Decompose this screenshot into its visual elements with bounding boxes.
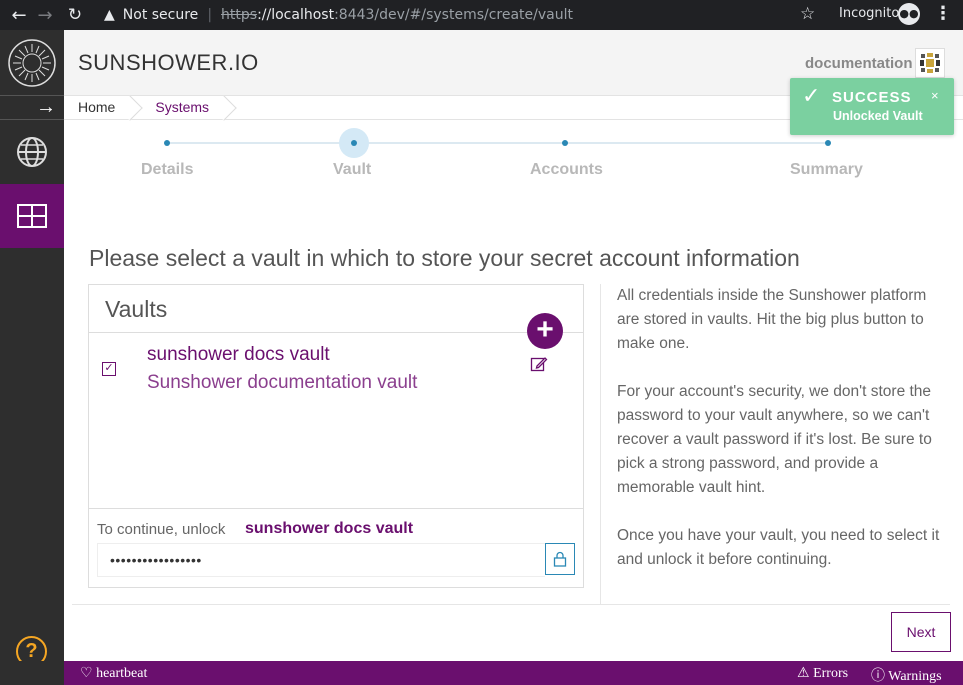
footer-divider (72, 604, 950, 605)
left-rail: → ? (0, 30, 64, 667)
errors-status[interactable]: ⚠ Errors (797, 665, 848, 682)
step-dot-accounts[interactable] (562, 140, 568, 146)
info-text: All credentials inside the Sunshower pla… (617, 284, 947, 596)
stepper-line (167, 142, 829, 144)
next-button[interactable]: Next (891, 612, 951, 652)
edit-icon[interactable] (530, 355, 548, 373)
lock-icon (553, 551, 567, 567)
forward-arrow-icon[interactable]: → (32, 5, 58, 26)
vaults-panel: Vaults + ✓ sunshower docs vault Sunshowe… (88, 284, 584, 588)
info-paragraph-continue: Once you have your vault, you need to se… (617, 527, 940, 568)
url-path: :8443/dev/#/systems/create/vault (334, 7, 573, 23)
unlock-button[interactable] (545, 543, 575, 575)
step-dot-summary[interactable] (825, 140, 831, 146)
success-toast[interactable]: ✓ SUCCESS Unlocked Vault × (790, 78, 954, 135)
heartbeat-status[interactable]: ♡ heartbeat (80, 665, 147, 682)
globe-nav-button[interactable] (0, 120, 64, 184)
page-title: Please select a vault in which to store … (89, 245, 800, 271)
incognito-label: Incognito (839, 6, 900, 21)
warning-icon[interactable]: ▲ (104, 7, 115, 23)
breadcrumb-systems[interactable]: Systems (133, 96, 227, 120)
unlock-vault-name: sunshower docs vault (245, 520, 414, 537)
info-paragraph-vaults: All credentials inside the Sunshower pla… (617, 287, 927, 352)
unlock-section: To continue, unlock sunshower docs vault… (89, 508, 583, 587)
toast-message: Unlocked Vault (833, 109, 923, 123)
vaults-heading: Vaults (89, 285, 583, 333)
column-divider (600, 284, 601, 604)
status-bar: ♡ heartbeat ⚠ Errors ⓘ Warnings (64, 661, 963, 685)
sun-logo-icon (8, 38, 56, 87)
warning-triangle-icon: ⚠ (797, 666, 810, 681)
reload-icon[interactable]: ↻ (62, 5, 88, 25)
sunshower-logo[interactable] (0, 30, 64, 96)
avatar[interactable] (915, 48, 945, 78)
checkmark-icon: ✓ (802, 83, 821, 108)
info-paragraph-security: For your account's security, we don't st… (617, 383, 932, 496)
step-label-details[interactable]: Details (141, 161, 193, 179)
breadcrumb-home[interactable]: Home (64, 96, 133, 120)
url-separator: | (207, 7, 213, 23)
step-dot-details[interactable] (164, 140, 170, 146)
menu-kebab-icon[interactable]: ⋮ (934, 3, 952, 24)
step-dot-vault[interactable] (351, 140, 357, 146)
info-circle-icon: ⓘ (871, 669, 885, 684)
toast-title: SUCCESS (832, 89, 912, 106)
grid-icon (17, 204, 47, 228)
globe-icon (17, 137, 47, 167)
security-label[interactable]: Not secure (123, 7, 199, 23)
heart-icon: ♡ (80, 666, 93, 681)
heartbeat-label: heartbeat (96, 666, 148, 681)
back-arrow-icon[interactable]: ← (6, 5, 32, 26)
warnings-label: Warnings (888, 669, 942, 684)
systems-nav-button[interactable] (0, 184, 64, 248)
rail-bottom (0, 661, 64, 685)
vault-checkbox[interactable]: ✓ (102, 362, 116, 376)
vault-name[interactable]: sunshower docs vault (147, 344, 330, 366)
add-vault-button[interactable]: + (527, 313, 563, 349)
brand-title[interactable]: SUNSHOWER.IO (78, 50, 259, 76)
vault-description: Sunshower documentation vault (147, 372, 418, 393)
url-host: ://localhost (257, 7, 335, 23)
identicon-icon (920, 53, 940, 73)
url-scheme: https (221, 7, 258, 23)
expand-arrow-icon[interactable]: → (0, 96, 64, 120)
unlock-label: To continue, unlock (97, 521, 226, 538)
step-label-summary[interactable]: Summary (790, 161, 863, 179)
bookmark-star-icon[interactable]: ☆ (800, 4, 815, 24)
toast-close-icon[interactable]: × (931, 88, 939, 103)
step-label-accounts[interactable]: Accounts (530, 161, 603, 179)
incognito-icon[interactable]: ●● (898, 3, 920, 25)
browser-toolbar: ← → ↻ ▲ Not secure | https://localhost:8… (0, 0, 963, 30)
warnings-status[interactable]: ⓘ Warnings (871, 665, 942, 685)
user-name[interactable]: documentation (805, 55, 913, 72)
errors-label: Errors (813, 666, 849, 681)
address-bar[interactable]: https://localhost:8443/dev/#/systems/cre… (221, 7, 573, 23)
vault-password-input[interactable]: ••••••••••••••••• (97, 543, 545, 577)
step-label-vault[interactable]: Vault (333, 161, 371, 179)
